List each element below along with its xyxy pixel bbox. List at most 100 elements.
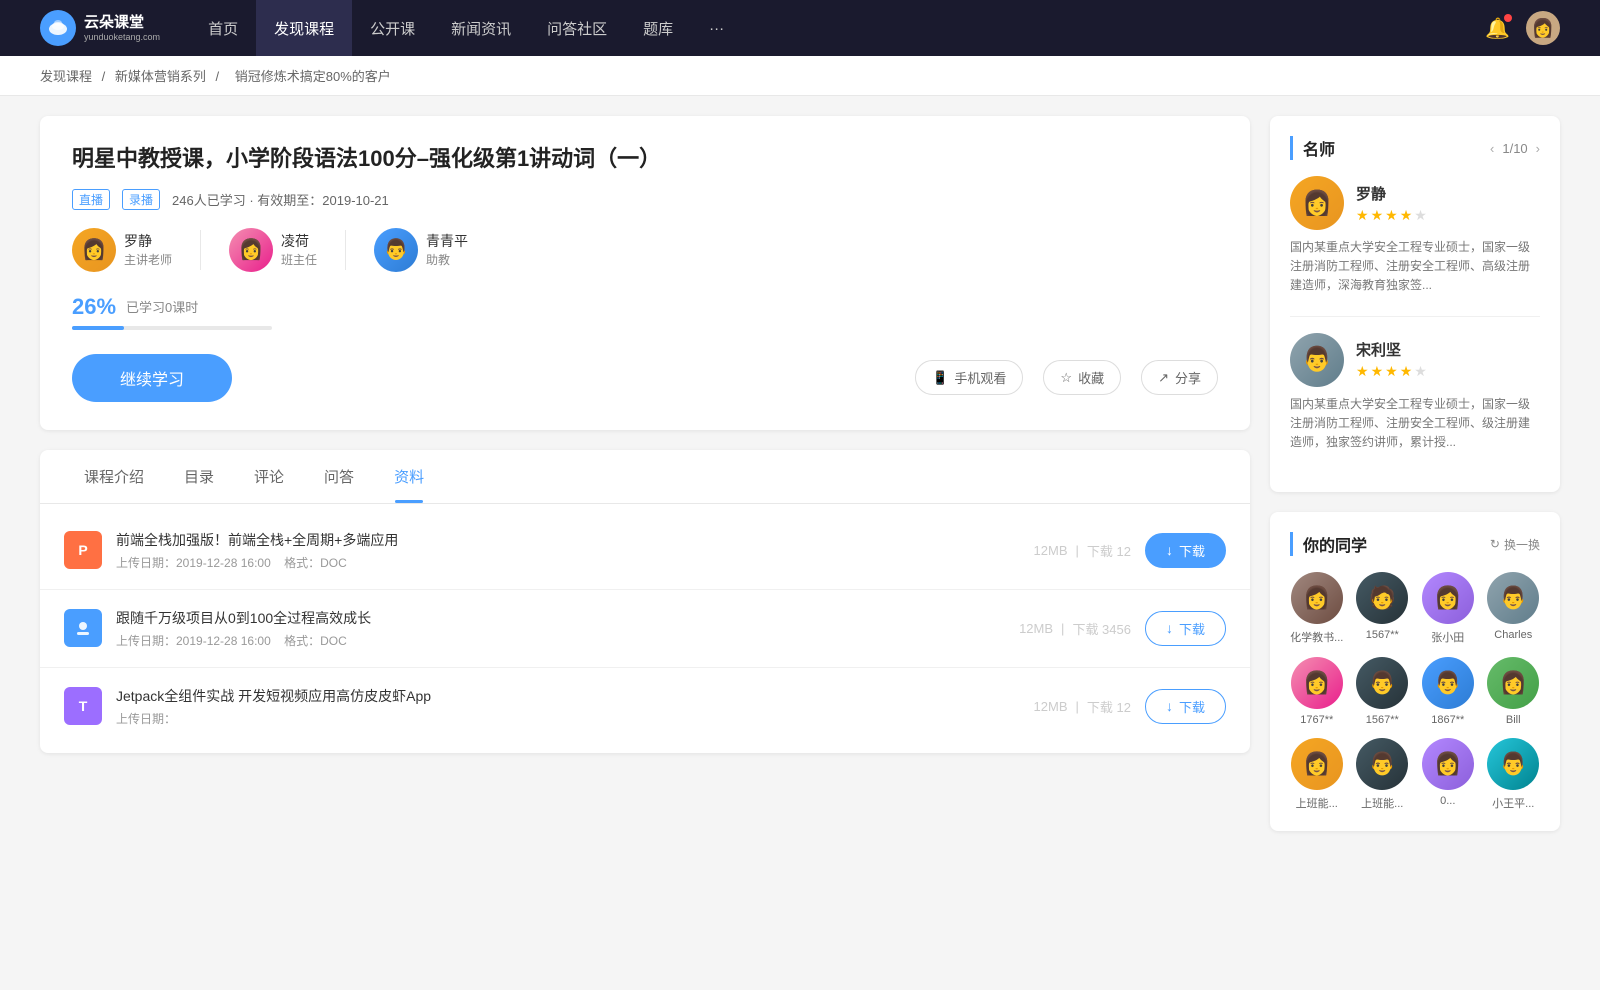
course-title: 明星中教授课，小学阶段语法100分–强化级第1讲动词（一） <box>72 144 1218 175</box>
classmate-item-3[interactable]: 👨 Charles <box>1487 572 1541 645</box>
classmate-name-9: 上班能... <box>1361 795 1403 811</box>
share-button[interactable]: ↗ 分享 <box>1141 360 1218 395</box>
teacher-sidebar-item-1: 👨 宋利坚 ★ ★ ★ ★ ★ 国内某重点大学安全工程专业硕士，国家一级注册消防… <box>1290 333 1540 453</box>
resource-sep-2: | <box>1076 699 1079 714</box>
classmate-name-10: 0... <box>1440 795 1455 807</box>
nav-right: 🔔 👩 <box>1485 11 1560 45</box>
resource-name-1: 跟随千万级项目从0到100全过程高效成长 <box>116 608 957 628</box>
classmates-panel-title: 你的同学 <box>1290 532 1367 556</box>
course-meta-text: 246人已学习 · 有效期至：2019-10-21 <box>172 190 389 209</box>
classmate-item-2[interactable]: 👩 张小田 <box>1421 572 1475 645</box>
classmate-name-3: Charles <box>1494 629 1532 641</box>
classmate-item-5[interactable]: 👨 1567** <box>1356 657 1410 726</box>
resource-meta-0: 上传日期：2019-12-28 16:00 格式：DOC <box>116 554 957 571</box>
tab-intro[interactable]: 课程介绍 <box>64 450 164 503</box>
classmate-item-0[interactable]: 👩 化学教书... <box>1290 572 1344 645</box>
tab-resources[interactable]: 资料 <box>374 450 444 503</box>
classmate-item-8[interactable]: 👩 上班能... <box>1290 738 1344 811</box>
teachers-prev-button[interactable]: ‹ <box>1490 141 1494 156</box>
resource-item-1: 跟随千万级项目从0到100全过程高效成长 上传日期：2019-12-28 16:… <box>40 590 1250 668</box>
classmate-avatar-3: 👨 <box>1487 572 1539 624</box>
resource-meta-2: 上传日期： <box>116 710 957 727</box>
user-avatar[interactable]: 👩 <box>1526 11 1560 45</box>
nav-item-quiz[interactable]: 题库 <box>625 0 691 56</box>
tab-review[interactable]: 评论 <box>234 450 304 503</box>
download-label-2: 下载 <box>1179 697 1205 716</box>
star-5: ★ <box>1414 207 1427 224</box>
classmate-item-6[interactable]: 👨 1867** <box>1421 657 1475 726</box>
refresh-button[interactable]: ↻ 换一换 <box>1490 536 1540 553</box>
classmate-item-7[interactable]: 👩 Bill <box>1487 657 1541 726</box>
continue-learning-button[interactable]: 继续学习 <box>72 354 232 402</box>
teacher-sidebar-avatar-0: 👩 <box>1290 176 1344 230</box>
download-icon-0: ↓ <box>1166 542 1173 558</box>
nav-item-home[interactable]: 首页 <box>190 0 256 56</box>
teacher-sidebar-name-0: 罗静 <box>1356 183 1427 204</box>
logo-icon <box>40 10 76 46</box>
nav-items: 首页 发现课程 公开课 新闻资讯 问答社区 题库 ··· <box>190 0 1485 56</box>
teacher-sidebar-item-0: 👩 罗静 ★ ★ ★ ★ ★ 国内某重点大学安全工程专业硕士，国家一级注册消防工… <box>1290 176 1540 296</box>
nav-item-more[interactable]: ··· <box>691 0 742 56</box>
nav-item-open[interactable]: 公开课 <box>352 0 433 56</box>
tab-qa[interactable]: 问答 <box>304 450 374 503</box>
logo-name: 云朵课堂 <box>84 14 160 32</box>
teacher-info-0: 罗静 主讲老师 <box>124 231 172 268</box>
tabs-header: 课程介绍 目录 评论 问答 资料 <box>40 450 1250 504</box>
classmate-item-10[interactable]: 👩 0... <box>1421 738 1475 811</box>
teachers-next-button[interactable]: › <box>1536 141 1540 156</box>
teacher-avatar-0: 👩 <box>72 228 116 272</box>
nav-item-discover[interactable]: 发现课程 <box>256 0 352 56</box>
resource-info-1: 跟随千万级项目从0到100全过程高效成长 上传日期：2019-12-28 16:… <box>116 608 957 649</box>
teacher-role-2: 助教 <box>426 251 468 268</box>
resource-info-0: 前端全栈加强版！前端全栈+全周期+多端应用 上传日期：2019-12-28 16… <box>116 530 957 571</box>
nav-item-qa[interactable]: 问答社区 <box>529 0 625 56</box>
mobile-watch-button[interactable]: 📱 手机观看 <box>915 360 1023 395</box>
resource-item-2: T Jetpack全组件实战 开发短视频应用高仿皮皮虾App 上传日期： 12M… <box>40 668 1250 745</box>
classmate-item-9[interactable]: 👨 上班能... <box>1356 738 1410 811</box>
download-button-0[interactable]: ↓ 下载 <box>1145 533 1226 568</box>
badge-live: 直播 <box>72 189 110 210</box>
classmate-item-11[interactable]: 👨 小王平... <box>1487 738 1541 811</box>
classmate-name-7: Bill <box>1506 714 1521 726</box>
resource-sep-0: | <box>1076 543 1079 558</box>
teacher-sidebar-stars-0: ★ ★ ★ ★ ★ <box>1356 207 1427 224</box>
teachers-panel-header: 名师 ‹ 1/10 › <box>1290 136 1540 160</box>
classmate-item-4[interactable]: 👩 1767** <box>1290 657 1344 726</box>
teacher-sidebar-desc-0: 国内某重点大学安全工程专业硕士，国家一级注册消防工程师、注册安全工程师、高级注册… <box>1290 238 1540 296</box>
classmate-name-4: 1767** <box>1300 714 1333 726</box>
resource-info-2: Jetpack全组件实战 开发短视频应用高仿皮皮虾App 上传日期： <box>116 686 957 727</box>
progress-bar-fill <box>72 326 124 330</box>
teacher-name-1: 凌荷 <box>281 231 317 251</box>
nav-item-news[interactable]: 新闻资讯 <box>433 0 529 56</box>
classmate-avatar-4: 👩 <box>1291 657 1343 709</box>
collect-button[interactable]: ☆ 收藏 <box>1043 360 1121 395</box>
tab-catalog[interactable]: 目录 <box>164 450 234 503</box>
breadcrumb-link-discover[interactable]: 发现课程 <box>40 69 92 84</box>
nav-logo[interactable]: 云朵课堂 yunduoketang.com <box>40 10 160 46</box>
classmate-name-11: 小王平... <box>1492 795 1534 811</box>
download-button-1[interactable]: ↓ 下载 <box>1145 611 1226 646</box>
classmate-item-1[interactable]: 🧑 1567** <box>1356 572 1410 645</box>
action-buttons: 📱 手机观看 ☆ 收藏 ↗ 分享 <box>915 360 1218 395</box>
progress-section: 26% 已学习0课时 <box>72 294 1218 330</box>
course-meta: 直播 录播 246人已学习 · 有效期至：2019-10-21 <box>72 189 1218 210</box>
resource-icon-1 <box>64 609 102 647</box>
star-b4: ★ <box>1400 363 1413 380</box>
download-button-2[interactable]: ↓ 下载 <box>1145 689 1226 724</box>
breadcrumb-link-series[interactable]: 新媒体营销系列 <box>115 69 206 84</box>
mobile-icon: 📱 <box>932 370 948 386</box>
notification-bell[interactable]: 🔔 <box>1485 16 1510 41</box>
teacher-sidebar-desc-1: 国内某重点大学安全工程专业硕士，国家一级注册消防工程师、注册安全工程师、级注册建… <box>1290 395 1540 453</box>
breadcrumb-sep: / <box>102 69 109 84</box>
resource-icon-0: P <box>64 531 102 569</box>
share-label: 分享 <box>1175 368 1201 387</box>
classmate-avatar-1: 🧑 <box>1356 572 1408 624</box>
logo-sub: yunduoketang.com <box>84 32 160 43</box>
classmate-name-2: 张小田 <box>1431 629 1464 645</box>
notification-dot <box>1504 14 1512 22</box>
resource-icon-2: T <box>64 687 102 725</box>
resource-size-0: 12MB <box>1034 543 1068 558</box>
teacher-info-1: 凌荷 班主任 <box>281 231 317 268</box>
teacher-role-1: 班主任 <box>281 251 317 268</box>
resource-size-1: 12MB <box>1019 621 1053 636</box>
